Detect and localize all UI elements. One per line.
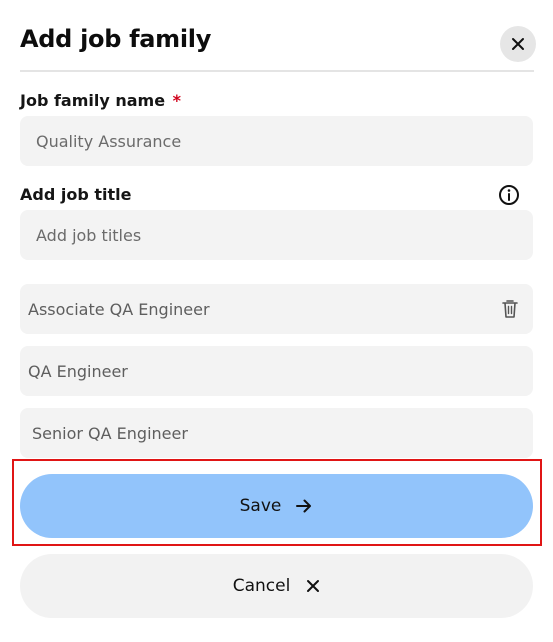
arrow-right-icon [296,499,312,513]
job-title-item[interactable]: Associate QA Engineer [20,284,533,334]
job-title-item[interactable]: Senior QA Engineer [20,408,533,458]
header-divider [20,70,534,72]
close-button[interactable] [500,26,536,62]
job-title-item[interactable]: QA Engineer [20,346,533,396]
close-icon [512,38,524,50]
job-title-text: Senior QA Engineer [32,423,188,443]
job-family-name-field[interactable] [20,116,533,166]
add-job-title-field[interactable] [20,210,533,260]
cancel-button-label: Cancel [232,576,291,596]
add-job-title-input[interactable] [36,210,533,260]
job-title-text: QA Engineer [28,361,128,381]
job-family-name-label-text: Job family name [20,91,166,110]
add-job-family-dialog: Add job family Job family name * Add job… [0,0,553,642]
save-button[interactable]: Save [20,474,533,538]
save-button-label: Save [239,496,282,516]
dialog-title: Add job family [20,25,212,53]
cancel-button[interactable]: Cancel [20,554,533,618]
close-icon [307,580,320,592]
job-family-name-input[interactable] [36,116,533,166]
job-title-text: Associate QA Engineer [28,299,210,319]
trash-icon[interactable] [501,299,519,319]
add-job-title-label: Add job title [20,185,132,204]
info-icon[interactable] [498,184,520,206]
job-family-name-label: Job family name * [20,91,181,110]
required-mark: * [172,91,182,110]
